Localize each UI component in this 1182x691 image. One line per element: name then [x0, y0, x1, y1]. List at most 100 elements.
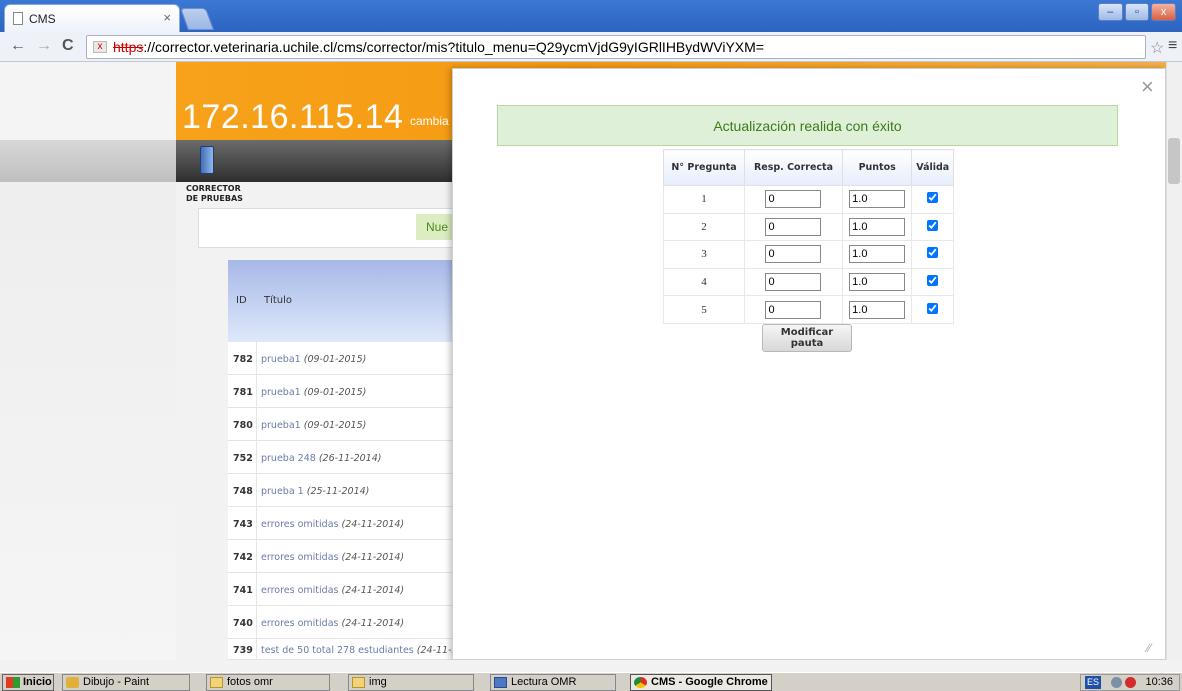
taskbar-item-label: fotos omr	[227, 676, 273, 688]
row-title-link[interactable]: errores omitidas (24-11-2014)	[261, 552, 404, 563]
column-header-title[interactable]: Título	[264, 295, 292, 306]
valid-checkbox[interactable]	[927, 275, 939, 287]
column-header-points: Puntos	[841, 149, 913, 186]
row-divider	[256, 606, 257, 639]
row-date: (09-01-2015)	[303, 354, 367, 365]
correct-answer-input[interactable]	[765, 245, 822, 264]
correct-answer-input[interactable]	[765, 190, 822, 209]
row-id: 781	[233, 387, 253, 398]
row-title[interactable]: prueba 1	[261, 486, 304, 497]
table-row: 782 prueba1 (09-01-2015)	[228, 342, 468, 375]
row-title-link[interactable]: errores omitidas (24-11-2014)	[261, 519, 404, 530]
url-rest: ://corrector.veterinaria.uchile.cl/cms/c…	[143, 39, 701, 55]
row-id: 740	[233, 618, 253, 629]
taskbar-item-label: img	[369, 676, 387, 688]
row-divider	[256, 474, 257, 507]
points-input[interactable]	[849, 300, 906, 319]
question-number: 4	[662, 267, 746, 297]
table-row: 1	[662, 185, 954, 214]
row-divider	[256, 441, 257, 474]
valid-checkbox[interactable]	[927, 192, 939, 204]
windows-logo-icon	[6, 677, 20, 688]
browser-tab[interactable]: CMS ×	[4, 4, 180, 32]
row-id: 748	[233, 486, 253, 497]
minimize-button[interactable]: –	[1098, 3, 1123, 21]
back-icon[interactable]: ←	[10, 37, 26, 55]
row-title-link[interactable]: prueba1 (09-01-2015)	[261, 420, 366, 431]
valid-checkbox[interactable]	[927, 219, 939, 231]
tab-close-icon[interactable]: ×	[163, 10, 171, 25]
brand-line-1: CORRECTOR	[186, 184, 241, 193]
valid-checkbox[interactable]	[927, 302, 939, 314]
row-date: (25-11-2014)	[306, 486, 370, 497]
resize-grip-icon[interactable]: ⁄⁄	[1147, 641, 1151, 655]
valid-cell	[911, 267, 954, 297]
correct-answer-input[interactable]	[765, 300, 822, 319]
close-window-button[interactable]: x	[1151, 3, 1177, 21]
row-title[interactable]: errores omitidas	[261, 552, 338, 563]
points-input[interactable]	[849, 217, 906, 236]
row-divider	[256, 342, 257, 375]
window-icon	[494, 677, 507, 688]
valid-cell	[911, 185, 954, 214]
tray-antivirus-icon[interactable]	[1125, 677, 1136, 688]
row-title[interactable]: prueba 248	[261, 453, 316, 464]
row-divider	[256, 639, 257, 659]
row-title-link[interactable]: prueba1 (09-01-2015)	[261, 387, 366, 398]
page-icon	[13, 12, 23, 25]
row-title[interactable]: errores omitidas	[261, 519, 338, 530]
taskbar-item-img[interactable]: img	[348, 674, 474, 691]
column-header-id[interactable]: ID	[236, 295, 247, 306]
row-title[interactable]: prueba1	[261, 420, 301, 431]
table-row: 752 prueba 248 (26-11-2014)	[228, 441, 468, 474]
tray-network-icon[interactable]	[1111, 677, 1122, 688]
taskbar-item-label: Dibujo - Paint	[83, 676, 150, 688]
row-divider	[256, 375, 257, 408]
row-title[interactable]: test de 50 total 278 estudiantes	[261, 645, 414, 656]
taskbar-item-fotos-omr[interactable]: fotos omr	[206, 674, 330, 691]
row-title-link[interactable]: prueba 248 (26-11-2014)	[261, 453, 381, 464]
points-input[interactable]	[849, 273, 906, 292]
correct-answer-input[interactable]	[765, 217, 822, 236]
bookmark-star-icon[interactable]: ☆	[1150, 38, 1164, 58]
chrome-menu-icon[interactable]: ≡	[1168, 37, 1177, 55]
row-title-link[interactable]: errores omitidas (24-11-2014)	[261, 618, 404, 629]
server-ip-change-link[interactable]: cambia	[410, 114, 449, 128]
row-title-link[interactable]: test de 50 total 278 estudiantes (24-11-…	[261, 645, 464, 656]
reload-icon[interactable]: C	[62, 37, 74, 55]
points-input[interactable]	[849, 245, 906, 264]
taskbar-item-lectura-omr[interactable]: Lectura OMR	[490, 674, 616, 691]
page-bottom	[0, 660, 1182, 672]
taskbar-item-chrome[interactable]: CMS - Google Chrome	[630, 674, 772, 691]
row-title[interactable]: errores omitidas	[261, 618, 338, 629]
scrollbar-thumb[interactable]	[1168, 138, 1180, 184]
modify-answer-key-button[interactable]: Modificar pauta	[762, 324, 852, 352]
row-title[interactable]: prueba1	[261, 354, 301, 365]
language-indicator[interactable]: ES	[1085, 676, 1101, 689]
start-label: Inicio	[23, 676, 52, 688]
taskbar-item-paint[interactable]: Dibujo - Paint	[62, 674, 190, 691]
modal-close-icon[interactable]: ×	[1141, 74, 1154, 100]
address-bar[interactable]: x https://corrector.veterinaria.uchile.cl…	[86, 35, 1146, 59]
maximize-button[interactable]: ▫	[1124, 3, 1150, 21]
row-title[interactable]: errores omitidas	[261, 585, 338, 596]
row-title[interactable]: prueba1	[261, 387, 301, 398]
row-date: (24-11-2014)	[341, 618, 405, 629]
points-input[interactable]	[849, 190, 906, 209]
forward-icon[interactable]: →	[36, 37, 52, 55]
row-title-link[interactable]: errores omitidas (24-11-2014)	[261, 585, 404, 596]
row-title-link[interactable]: prueba1 (09-01-2015)	[261, 354, 366, 365]
chrome-icon	[634, 677, 647, 688]
taskbar-item-label: Lectura OMR	[511, 676, 577, 688]
valid-checkbox[interactable]	[927, 247, 939, 259]
points-cell	[841, 240, 913, 269]
row-title-link[interactable]: prueba 1 (25-11-2014)	[261, 486, 369, 497]
server-ip: 172.16.115.14	[182, 98, 404, 136]
table-row: 781 prueba1 (09-01-2015)	[228, 375, 468, 408]
question-number: 3	[662, 240, 746, 269]
start-button[interactable]: Inicio	[2, 674, 54, 691]
table-row: 4	[662, 267, 954, 297]
table-row: 748 prueba 1 (25-11-2014)	[228, 474, 468, 507]
correct-answer-input[interactable]	[765, 273, 822, 292]
url-scheme: https	[113, 39, 144, 55]
